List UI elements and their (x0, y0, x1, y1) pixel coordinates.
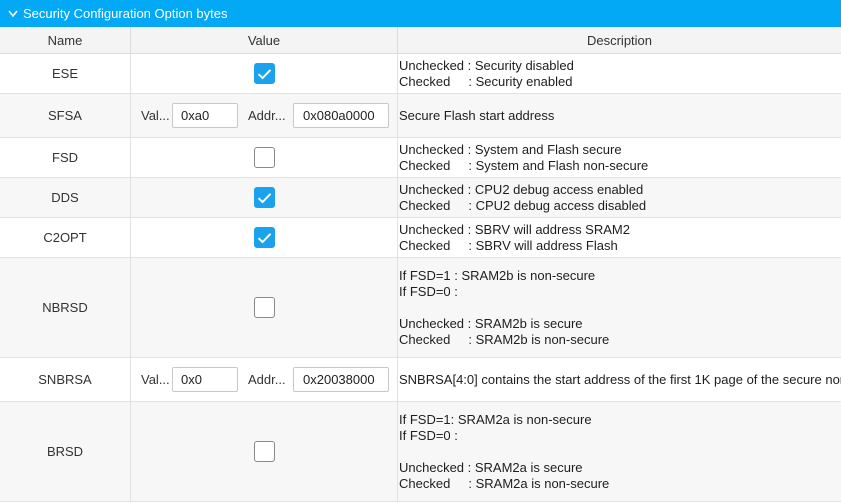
description-line (399, 444, 841, 460)
option-name: FSD (0, 138, 131, 177)
value-address-group: Val... Addr... (131, 367, 397, 392)
table-row-dds[interactable]: DDS Unchecked : CPU2 debug access enabled… (0, 178, 841, 218)
description-line: Checked : SRAM2b is non-secure (399, 332, 610, 347)
description-line: If FSD=1: SRAM2a is non-secure (399, 412, 592, 427)
option-value-cell (131, 54, 398, 93)
ese-checkbox[interactable] (253, 63, 275, 84)
column-header-description[interactable]: Description (398, 27, 841, 54)
description-line: Unchecked : SBRV will address SRAM2 (399, 221, 630, 237)
option-value-cell (131, 218, 398, 257)
option-name: C2OPT (0, 218, 131, 257)
description-line: Checked : System and Flash non-secure (399, 157, 649, 173)
table-row-c2opt[interactable]: C2OPT Unchecked : SBRV will address SRAM2… (0, 218, 841, 258)
checkmark-icon (257, 192, 272, 204)
sfsa-value-input[interactable] (172, 103, 238, 128)
chevron-down-icon[interactable] (6, 7, 20, 21)
description-line: If FSD=0 : (399, 284, 458, 299)
column-header-value[interactable]: Value (131, 27, 398, 54)
nbrsd-checkbox[interactable] (253, 297, 275, 318)
option-value-cell: Val... Addr... (131, 358, 398, 401)
description-line: Checked : Security enabled (399, 73, 573, 89)
table-row-brsd[interactable]: BRSD If FSD=1: SRAM2a is non-secure If FSD… (0, 402, 841, 502)
dds-checkbox[interactable] (253, 187, 275, 208)
checkmark-icon (257, 68, 272, 80)
section-header-security-option-bytes[interactable]: Security Configuration Option bytes (0, 0, 841, 27)
description-line: SNBRSA[4:0] contains the start address o… (399, 371, 841, 387)
snbrsa-address-input[interactable] (293, 367, 389, 392)
column-header-name[interactable]: Name (0, 27, 131, 54)
table-row-nbrsd[interactable]: NBRSD If FSD=1 : SRAM2b is non-secure If F… (0, 258, 841, 358)
table-row-ese[interactable]: ESE Unchecked : Security disabled Checked … (0, 54, 841, 94)
table-row-snbrsa[interactable]: SNBRSA Val... Addr... SNBRSA[4:0] contains … (0, 358, 841, 402)
option-name: DDS (0, 178, 131, 217)
table-row-fsd[interactable]: FSD Unchecked : System and Flash secure Ch… (0, 138, 841, 178)
option-value-cell (131, 138, 398, 177)
description-line: Checked : CPU2 debug access disabled (399, 197, 647, 213)
c2opt-checkbox[interactable] (253, 227, 275, 248)
description-line (399, 300, 841, 316)
option-description: SNBRSA[4:0] contains the start address o… (398, 358, 841, 401)
description-line: If FSD=1 : SRAM2b is non-secure (399, 268, 596, 283)
address-label: Addr... (248, 372, 286, 387)
checkmark-icon (257, 232, 272, 244)
option-description: Unchecked : CPU2 debug access enabled Che… (398, 178, 841, 217)
description-line: Secure Flash start address (399, 107, 555, 123)
option-name: SNBRSA (0, 358, 131, 401)
value-label: Val... (141, 108, 170, 123)
description-line: Unchecked : SRAM2b is secure (399, 316, 583, 331)
option-description: Secure Flash start address (398, 94, 841, 137)
option-value-cell (131, 402, 398, 501)
option-value-cell: Val... Addr... (131, 94, 398, 137)
address-label: Addr... (248, 108, 286, 123)
option-name: ESE (0, 54, 131, 93)
table-header-row: Name Value Description (0, 27, 841, 54)
description-line: Unchecked : Security disabled (399, 57, 574, 73)
option-name: BRSD (0, 402, 131, 501)
option-description: Unchecked : Security disabled Checked : S… (398, 54, 841, 93)
fsd-checkbox[interactable] (253, 147, 275, 168)
option-value-cell (131, 258, 398, 357)
value-label: Val... (141, 372, 170, 387)
option-description: Unchecked : SBRV will address SRAM2 Check… (398, 218, 841, 257)
description-line: Checked : SBRV will address Flash (399, 237, 618, 253)
option-description: If FSD=1: SRAM2a is non-secure If FSD=0 :… (398, 402, 841, 501)
description-line: Checked : SRAM2a is non-secure (399, 476, 610, 491)
snbrsa-value-input[interactable] (172, 367, 238, 392)
section-title: Security Configuration Option bytes (23, 6, 228, 21)
option-value-cell (131, 178, 398, 217)
description-line: Unchecked : CPU2 debug access enabled (399, 181, 644, 197)
brsd-checkbox[interactable] (253, 441, 275, 462)
description-line: If FSD=0 : (399, 428, 458, 443)
sfsa-address-input[interactable] (293, 103, 389, 128)
option-description: If FSD=1 : SRAM2b is non-secure If FSD=0 … (398, 258, 841, 357)
description-line: Unchecked : System and Flash secure (399, 141, 622, 157)
option-name: SFSA (0, 94, 131, 137)
table-row-sfsa[interactable]: SFSA Val... Addr... Secure Flash start addr… (0, 94, 841, 138)
option-description: Unchecked : System and Flash secure Check… (398, 138, 841, 177)
option-name: NBRSD (0, 258, 131, 357)
value-address-group: Val... Addr... (131, 103, 397, 128)
description-line: Unchecked : SRAM2a is secure (399, 460, 583, 475)
